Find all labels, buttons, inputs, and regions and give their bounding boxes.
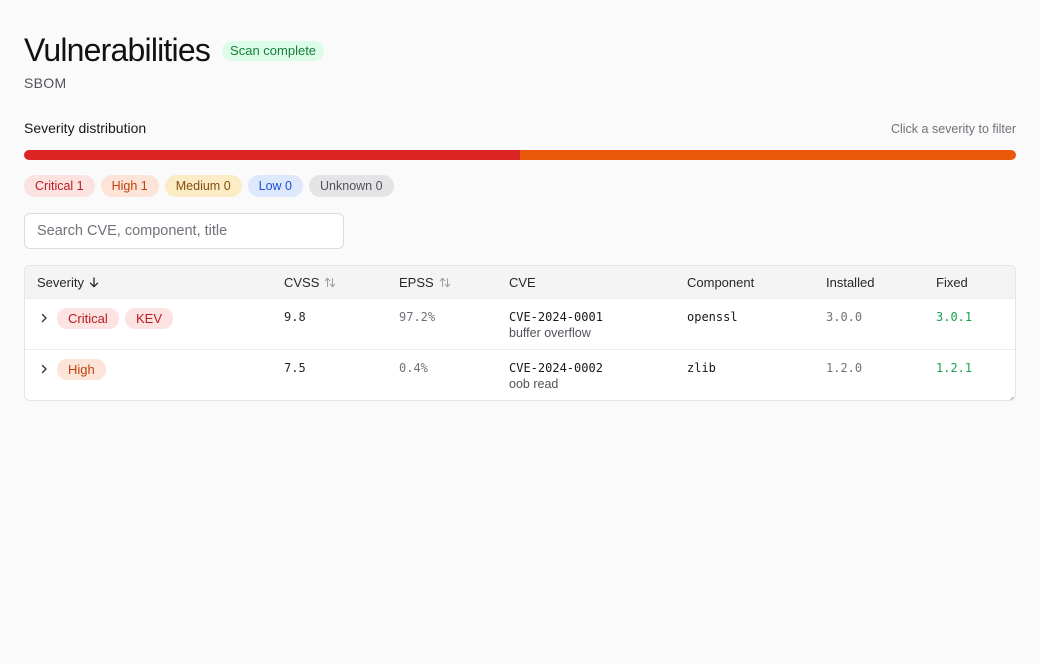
severity-distribution-label: Severity distribution [24, 120, 147, 136]
cvss-score: 9.8 [284, 310, 306, 324]
page-header: Vulnerabilities Scan complete [24, 31, 325, 69]
chevron-right-icon[interactable] [36, 361, 52, 377]
column-header-severity[interactable]: Severity [37, 266, 99, 299]
column-header-cve: CVE [509, 275, 536, 290]
scan-status-badge: Scan complete [222, 41, 325, 61]
column-header-label: Severity [37, 275, 84, 290]
column-header-label: CVSS [284, 275, 320, 290]
table-row[interactable]: High 7.5 0.4% CVE-2024-0002 oob read zli… [25, 350, 1015, 400]
severity-chip-high[interactable]: High 1 [100, 175, 159, 197]
cvss-score: 7.5 [284, 361, 306, 375]
fixed-version: 3.0.1 [936, 310, 973, 324]
fixed-version: 1.2.1 [936, 361, 973, 375]
severity-chip-critical[interactable]: Critical 1 [24, 175, 95, 197]
table-header: Severity CVSS EPSS CVE Component Install… [25, 266, 1015, 299]
installed-version: 3.0.0 [826, 310, 863, 324]
resize-handle-icon[interactable] [1006, 391, 1014, 400]
search-input[interactable] [24, 213, 344, 249]
table-row[interactable]: Critical KEV 9.8 97.2% CVE-2024-0001 buf… [25, 299, 1015, 350]
cve-title: buffer overflow [509, 326, 591, 340]
severity-chip-low[interactable]: Low 0 [247, 175, 304, 197]
vulnerabilities-table: Severity CVSS EPSS CVE Component Install… [24, 265, 1016, 401]
page-title: Vulnerabilities [24, 32, 211, 68]
page-subtitle: SBOM [24, 75, 67, 91]
severity-chip-unknown[interactable]: Unknown 0 [309, 175, 394, 197]
severity-distribution-bar [24, 150, 1016, 160]
column-header-fixed: Fixed [936, 275, 968, 290]
severity-filter-hint: Click a severity to filter [890, 122, 1016, 136]
severity-badge: Critical [57, 308, 119, 329]
cve-id: CVE-2024-0001 [509, 310, 603, 324]
sort-icon [439, 277, 451, 288]
column-header-cvss[interactable]: CVSS [284, 266, 336, 299]
severity-chip-medium[interactable]: Medium 0 [164, 175, 242, 197]
kev-badge: KEV [125, 308, 174, 329]
cve-title: oob read [509, 377, 559, 391]
component-name: openssl [687, 310, 738, 324]
chevron-right-icon[interactable] [36, 310, 52, 326]
column-header-label: EPSS [399, 275, 434, 290]
severity-filter-chips: Critical 1 High 1 Medium 0 Low 0 Unknown… [24, 175, 394, 197]
column-header-epss[interactable]: EPSS [399, 266, 451, 299]
epss-score: 97.2% [399, 310, 436, 324]
sort-descending-icon [89, 277, 99, 288]
epss-score: 0.4% [399, 361, 428, 375]
cve-id: CVE-2024-0002 [509, 361, 603, 375]
severity-bar-high-segment[interactable] [520, 150, 1016, 160]
sort-icon [324, 277, 336, 288]
column-header-component: Component [687, 275, 755, 290]
component-name: zlib [687, 361, 716, 375]
column-header-installed: Installed [826, 275, 875, 290]
installed-version: 1.2.0 [826, 361, 863, 375]
severity-bar-critical-segment[interactable] [24, 150, 520, 160]
severity-badge: High [57, 359, 106, 380]
